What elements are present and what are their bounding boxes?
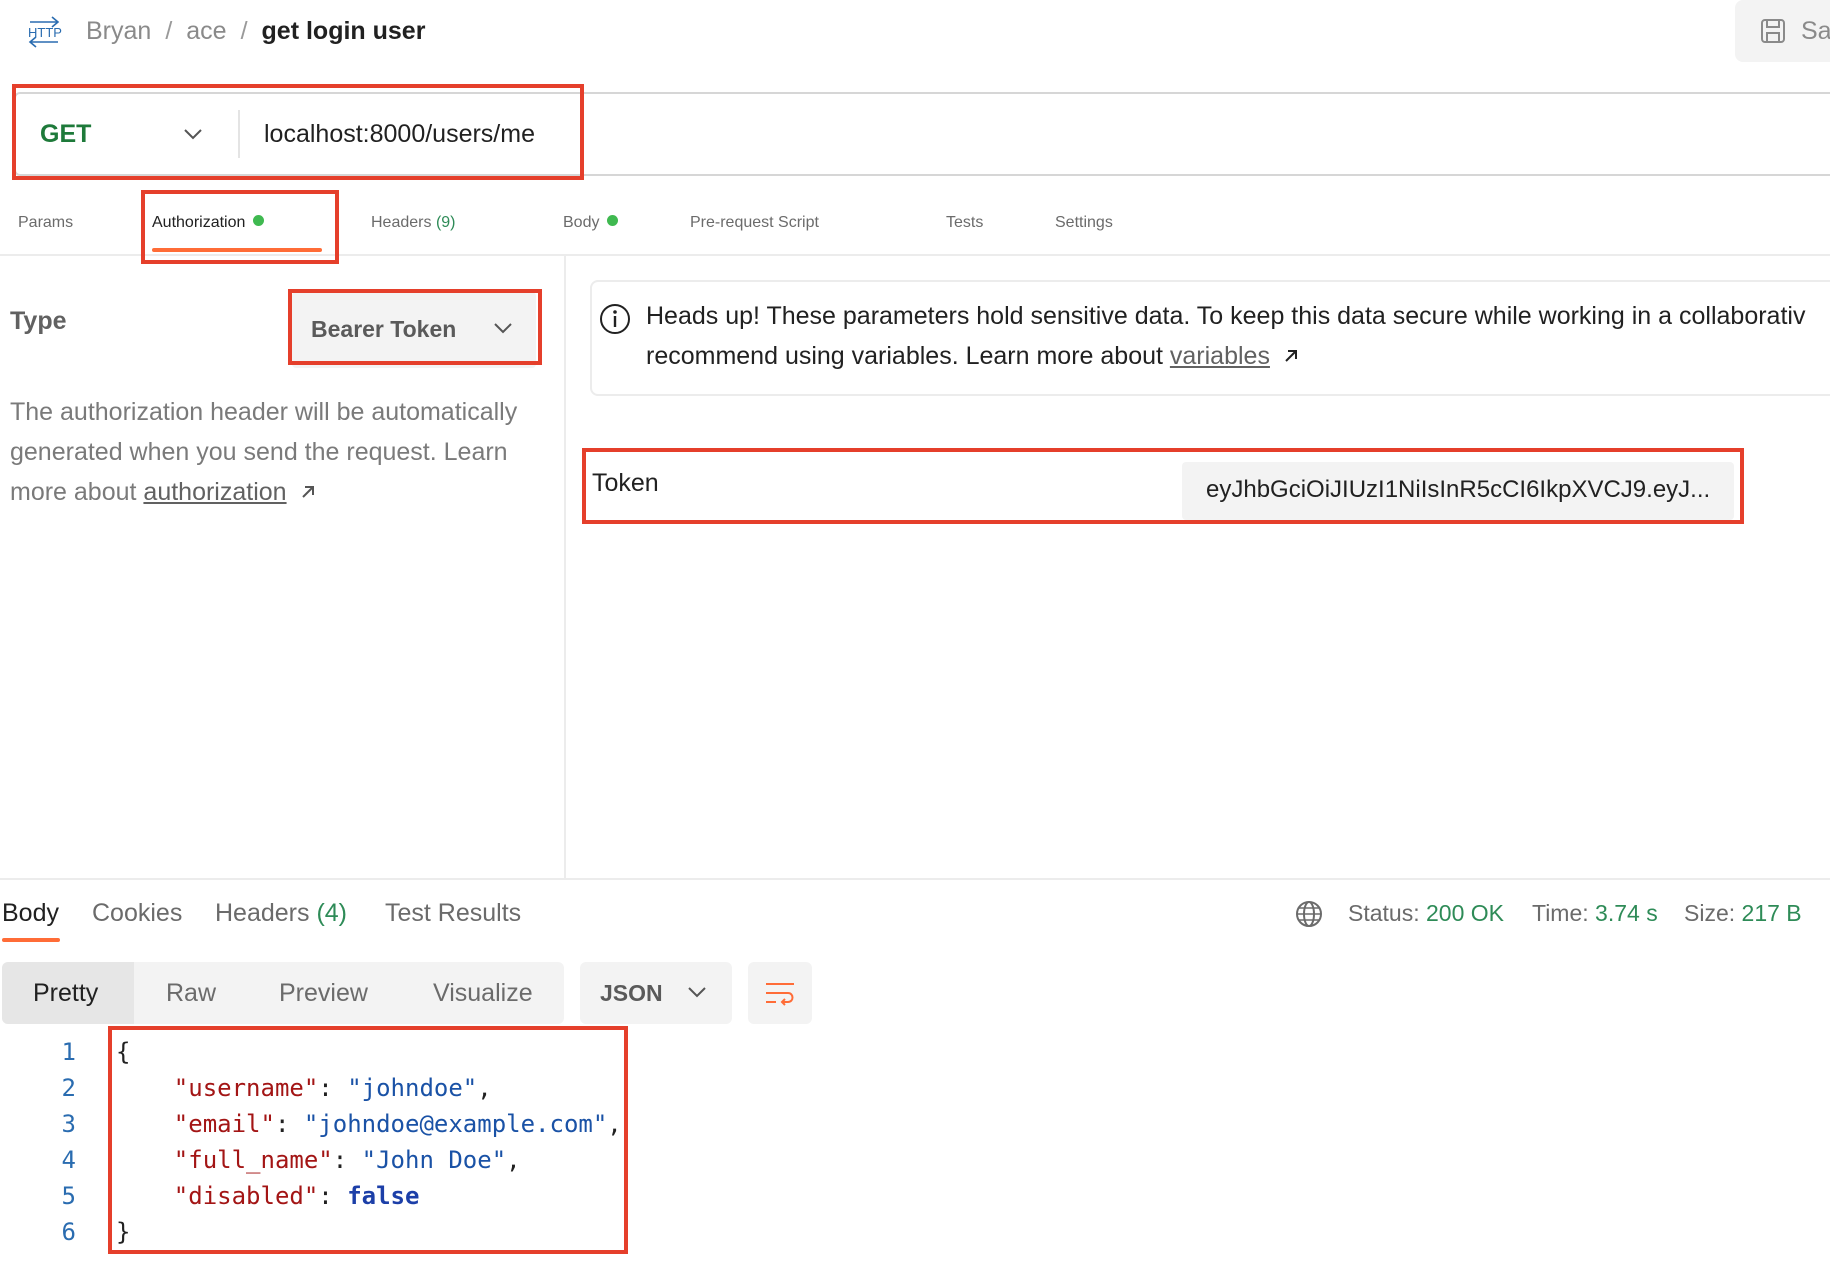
line-number: 4	[61, 1146, 76, 1174]
format-raw[interactable]: Raw	[166, 974, 216, 1012]
line-number: 5	[61, 1182, 76, 1210]
svg-text:HTTP: HTTP	[28, 25, 62, 40]
size-label: Size:	[1684, 900, 1736, 926]
response-divider	[0, 878, 1830, 880]
save-button[interactable]: Sa	[1735, 0, 1830, 62]
pane-divider	[564, 256, 566, 880]
external-link-icon[interactable]	[1281, 346, 1301, 366]
tab-settings[interactable]: Settings	[1055, 206, 1113, 240]
status-value: 200 OK	[1426, 900, 1504, 926]
breadcrumb-workspace[interactable]: Bryan	[86, 14, 151, 48]
request-title[interactable]: get login user	[262, 14, 426, 48]
format-pretty[interactable]: Pretty	[33, 974, 98, 1012]
tab-body-label: Body	[563, 214, 600, 231]
globe-icon[interactable]	[1294, 899, 1324, 929]
body-dot	[607, 215, 619, 227]
response-tab-test-results[interactable]: Test Results	[385, 896, 521, 930]
save-label: Sa	[1801, 16, 1830, 45]
highlight-auth-type	[288, 289, 542, 365]
format-preview[interactable]: Preview	[279, 974, 368, 1012]
highlight-response-body	[108, 1026, 628, 1254]
save-icon	[1761, 19, 1785, 43]
breadcrumb-collection[interactable]: ace	[186, 14, 226, 48]
notice-line-1: Heads up! These parameters hold sensitiv…	[646, 302, 1806, 330]
breadcrumb-separator: /	[240, 17, 248, 45]
response-tab-body[interactable]: Body	[2, 896, 59, 930]
response-tab-headers[interactable]: Headers (4)	[215, 896, 347, 930]
highlight-url	[12, 84, 584, 180]
highlight-auth-tab	[141, 190, 339, 264]
line-number: 6	[61, 1218, 76, 1246]
auth-help-text: The authorization header will be automat…	[10, 392, 550, 512]
line-number: 2	[61, 1074, 76, 1102]
tab-headers[interactable]: Headers (9)	[371, 206, 456, 240]
response-type-value: JSON	[600, 980, 663, 1006]
size-value: 217 B	[1741, 900, 1802, 926]
wrap-lines-icon	[766, 983, 794, 1006]
info-icon	[600, 304, 630, 334]
tab-params[interactable]: Params	[18, 206, 73, 240]
auth-type-label: Type	[10, 307, 67, 335]
breadcrumb-separator: /	[165, 17, 173, 45]
http-icon: HTTP	[28, 16, 62, 48]
tab-headers-label: Headers	[371, 214, 432, 231]
line-number: 3	[61, 1110, 76, 1138]
tab-body[interactable]: Body	[563, 206, 619, 240]
variables-link[interactable]: variables	[1170, 342, 1270, 370]
chevron-down-icon[interactable]	[686, 982, 708, 1002]
external-link-icon[interactable]	[298, 482, 318, 502]
response-tab-headers-count: (4)	[316, 899, 348, 927]
notice-line-2-text: recommend using variables. Learn more ab…	[646, 342, 1170, 370]
highlight-token	[582, 448, 1744, 524]
breadcrumb: Bryan / ace / get login user	[86, 14, 425, 48]
time-label: Time:	[1532, 900, 1589, 926]
tab-pre-request-script[interactable]: Pre-request Script	[690, 206, 819, 240]
notice-line-2: recommend using variables. Learn more ab…	[646, 336, 1830, 376]
tab-headers-count: (9)	[435, 214, 456, 231]
status-info: Status: 200 OK	[1348, 896, 1504, 930]
size-info: Size: 217 B	[1684, 896, 1802, 930]
notice-text: Heads up! These parameters hold sensitiv…	[646, 296, 1830, 376]
response-tab-headers-label: Headers	[215, 899, 310, 927]
response-tab-cookies[interactable]: Cookies	[92, 896, 182, 930]
authorization-link[interactable]: authorization	[143, 478, 286, 506]
format-visualize[interactable]: Visualize	[433, 974, 533, 1012]
tab-tests[interactable]: Tests	[946, 206, 983, 240]
status-label: Status:	[1348, 900, 1420, 926]
time-info: Time: 3.74 s	[1532, 896, 1658, 930]
line-number: 1	[61, 1038, 76, 1066]
response-active-indicator	[2, 938, 60, 942]
time-value: 3.74 s	[1595, 900, 1658, 926]
